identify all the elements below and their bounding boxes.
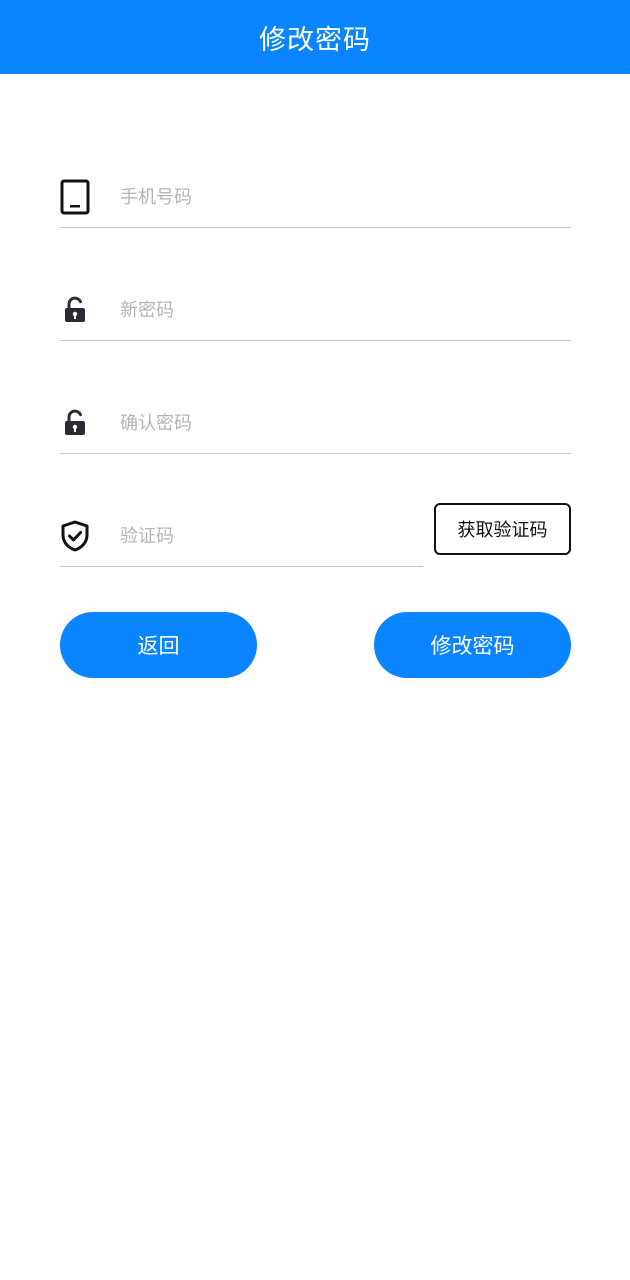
lock-icon <box>60 405 90 441</box>
phone-icon <box>60 179 90 215</box>
page-title: 修改密码 <box>259 24 371 56</box>
lock-icon <box>60 292 90 328</box>
back-button[interactable]: 返回 <box>60 612 257 678</box>
new-password-input[interactable] <box>120 290 571 330</box>
confirm-password-input[interactable] <box>120 403 571 443</box>
verification-code-input[interactable] <box>120 516 423 556</box>
verification-code-field <box>60 506 423 567</box>
confirm-password-field <box>60 393 571 454</box>
submit-change-password-button[interactable]: 修改密码 <box>374 612 571 678</box>
phone-input[interactable] <box>120 177 571 217</box>
phone-field <box>60 167 571 228</box>
new-password-field <box>60 280 571 341</box>
app-header: 修改密码 <box>0 0 630 74</box>
change-password-page: 修改密码 手机号码 验证码 获取验证码 返回 修改密码 <box>0 0 630 1280</box>
get-code-button[interactable]: 获取验证码 <box>434 503 571 555</box>
shield-check-icon <box>60 518 90 554</box>
